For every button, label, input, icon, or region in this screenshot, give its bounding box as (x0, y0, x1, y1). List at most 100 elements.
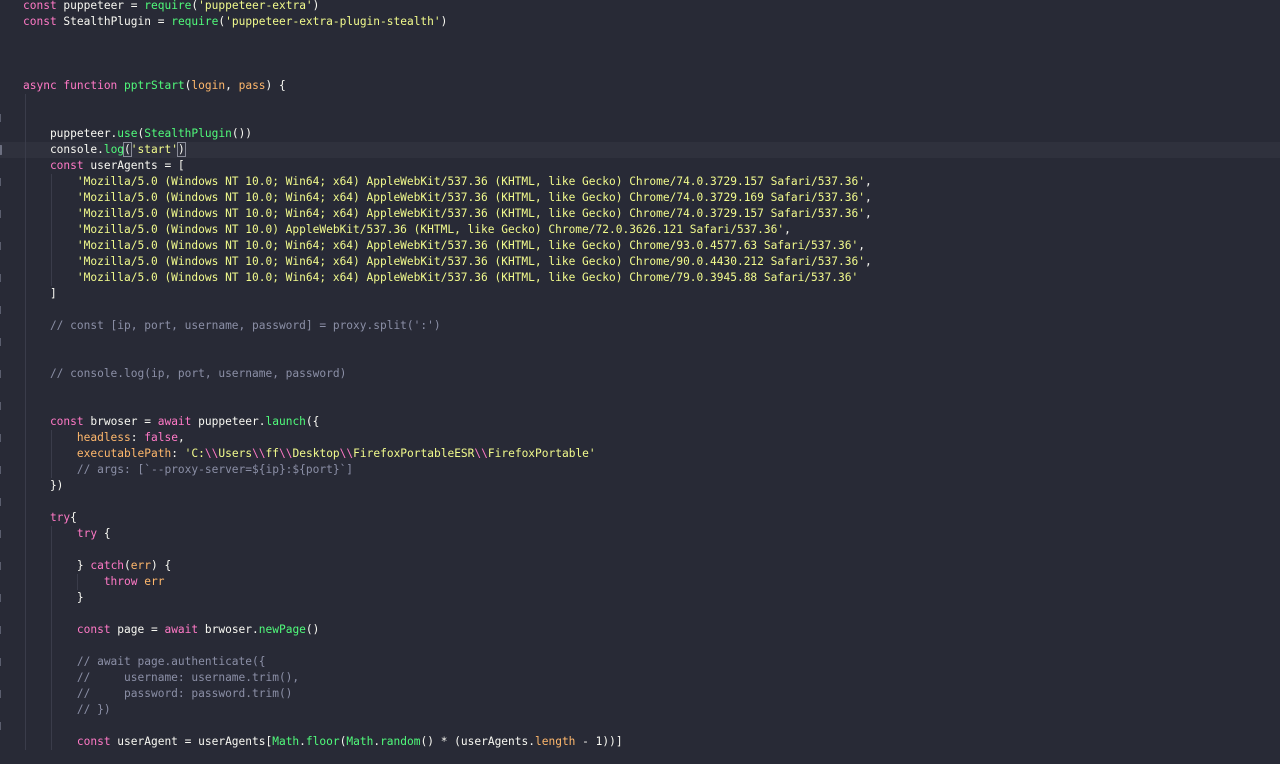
code-line[interactable]: } (0, 590, 1280, 606)
gutter-tick-icon (0, 210, 4, 218)
code-line[interactable] (0, 606, 1280, 622)
code-line[interactable] (0, 30, 1280, 46)
code-line[interactable]: // }) (0, 702, 1280, 718)
code-text: } catch(err) { (23, 558, 171, 574)
code-line[interactable]: 'Mozilla/5.0 (Windows NT 10.0; Win64; x6… (0, 174, 1280, 190)
code-line[interactable]: executablePath: 'C:\\Users\\ff\\Desktop\… (0, 446, 1280, 462)
code-line[interactable]: 'Mozilla/5.0 (Windows NT 10.0; Win64; x6… (0, 238, 1280, 254)
indent-guide (25, 334, 26, 350)
code-line[interactable]: try { (0, 526, 1280, 542)
token-txt: brwoser. (204, 623, 259, 636)
token-txt: ()) (231, 127, 253, 140)
code-line[interactable] (0, 350, 1280, 366)
token-txt: ) (440, 15, 448, 28)
code-line[interactable]: // console.log(ip, port, username, passw… (0, 366, 1280, 382)
code-line[interactable]: throw err (0, 574, 1280, 590)
code-line[interactable] (0, 302, 1280, 318)
token-str: FirefoxPortable' (487, 447, 596, 460)
code-text: executablePath: 'C:\\Users\\ff\\Desktop\… (23, 446, 596, 462)
code-line[interactable]: console.log('start') (0, 142, 1280, 158)
code-line[interactable]: headless: false, (0, 430, 1280, 446)
code-text: 'Mozilla/5.0 (Windows NT 10.0; Win64; x6… (23, 174, 872, 190)
token-txt: } (23, 591, 84, 604)
code-line[interactable] (0, 110, 1280, 126)
token-fn: launch (265, 415, 306, 428)
token-esc: \\ (279, 447, 293, 460)
token-str: 'Mozilla/5.0 (Windows NT 10.0) AppleWebK… (23, 223, 785, 236)
gutter-tick-icon (0, 658, 4, 666)
code-line[interactable]: // username: username.trim(), (0, 670, 1280, 686)
code-line[interactable]: // args: [`--proxy-server=${ip}:${port}`… (0, 462, 1280, 478)
code-line[interactable] (0, 638, 1280, 654)
code-text: // password: password.trim() (23, 686, 293, 702)
code-line[interactable]: } catch(err) { (0, 558, 1280, 574)
token-txt: , (864, 255, 872, 268)
code-line[interactable]: 'Mozilla/5.0 (Windows NT 10.0; Win64; x6… (0, 254, 1280, 270)
code-line[interactable]: const userAgents = [ (0, 158, 1280, 174)
indent-guide (25, 110, 26, 126)
indent-guide (25, 350, 26, 366)
code-text: ] (23, 286, 57, 302)
code-line[interactable] (0, 382, 1280, 398)
code-text: 'Mozilla/5.0 (Windows NT 10.0) AppleWebK… (23, 222, 791, 238)
code-line[interactable]: // const [ip, port, username, password] … (0, 318, 1280, 334)
code-line[interactable]: }) (0, 478, 1280, 494)
code-line[interactable]: // password: password.trim() (0, 686, 1280, 702)
token-txt: }) (23, 479, 64, 492)
code-line[interactable] (0, 542, 1280, 558)
code-line[interactable] (0, 718, 1280, 734)
code-editor[interactable]: const puppeteer = require ('puppeteer-ext… (0, 0, 1280, 764)
code-line[interactable]: const userAgent = userAgents[Math.floor(… (0, 734, 1280, 750)
indent-guide (25, 494, 26, 510)
code-text: const StealthPlugin = require('puppeteer… (23, 14, 447, 30)
code-line[interactable]: async function pptrStart(login, pass) { (0, 78, 1280, 94)
code-text: // await page.authenticate({ (23, 654, 266, 670)
token-txt: () * (userAgents. (420, 735, 535, 748)
token-cm: // console.log(ip, port, username, passw… (23, 367, 347, 380)
code-line[interactable]: ] (0, 286, 1280, 302)
indent-guide (51, 606, 52, 622)
code-line[interactable]: 'Mozilla/5.0 (Windows NT 10.0; Win64; x6… (0, 270, 1280, 286)
code-line[interactable]: const brwoser = await puppeteer.launch({ (0, 414, 1280, 430)
token-esc: \\ (204, 447, 219, 460)
code-line[interactable] (0, 46, 1280, 62)
token-kw: try (23, 527, 104, 540)
token-kw: const (23, 0, 64, 12)
token-fn: floor (305, 735, 340, 748)
token-str: FirefoxPortableESR (353, 447, 475, 460)
indent-guide (51, 718, 52, 734)
gutter-tick-icon (0, 178, 4, 186)
token-txt: puppeteer = (63, 0, 145, 12)
token-kw: false (144, 431, 178, 444)
token-txt: console. (23, 143, 104, 156)
gutter-tick-icon (0, 498, 4, 506)
token-kw: async function (23, 79, 125, 92)
code-line[interactable] (0, 398, 1280, 414)
code-text: const userAgents = [ (23, 158, 185, 174)
gutter-tick-icon (0, 306, 4, 314)
code-line[interactable]: try{ (0, 510, 1280, 526)
token-prop: executablePath (23, 447, 172, 460)
gutter-tick-icon (0, 690, 4, 698)
code-line[interactable] (0, 494, 1280, 510)
code-line[interactable]: 'Mozilla/5.0 (Windows NT 10.0; Win64; x6… (0, 206, 1280, 222)
code-text: try { (23, 526, 111, 542)
token-txt: { (70, 511, 77, 524)
token-kw: const (23, 159, 91, 172)
token-prop: err (144, 575, 165, 588)
code-line[interactable]: const StealthPlugin = require('puppeteer… (0, 14, 1280, 30)
code-line[interactable]: const page = await brwoser.newPage() (0, 622, 1280, 638)
gutter-tick-icon (0, 562, 4, 570)
code-line[interactable] (0, 62, 1280, 78)
code-line[interactable] (0, 94, 1280, 110)
gutter-tick-icon (0, 114, 4, 122)
code-line[interactable]: const puppeteer = require('puppeteer-ext… (0, 0, 1280, 14)
token-kw: try (23, 511, 71, 524)
code-line[interactable]: puppeteer.use(StealthPlugin()) (0, 126, 1280, 142)
code-line[interactable]: 'Mozilla/5.0 (Windows NT 10.0; Win64; x6… (0, 190, 1280, 206)
code-line[interactable]: 'Mozilla/5.0 (Windows NT 10.0) AppleWebK… (0, 222, 1280, 238)
code-line[interactable]: // await page.authenticate({ (0, 654, 1280, 670)
token-str: 'Mozilla/5.0 (Windows NT 10.0; Win64; x6… (23, 207, 865, 220)
token-txt: brwoser = (90, 415, 158, 428)
code-line[interactable] (0, 334, 1280, 350)
